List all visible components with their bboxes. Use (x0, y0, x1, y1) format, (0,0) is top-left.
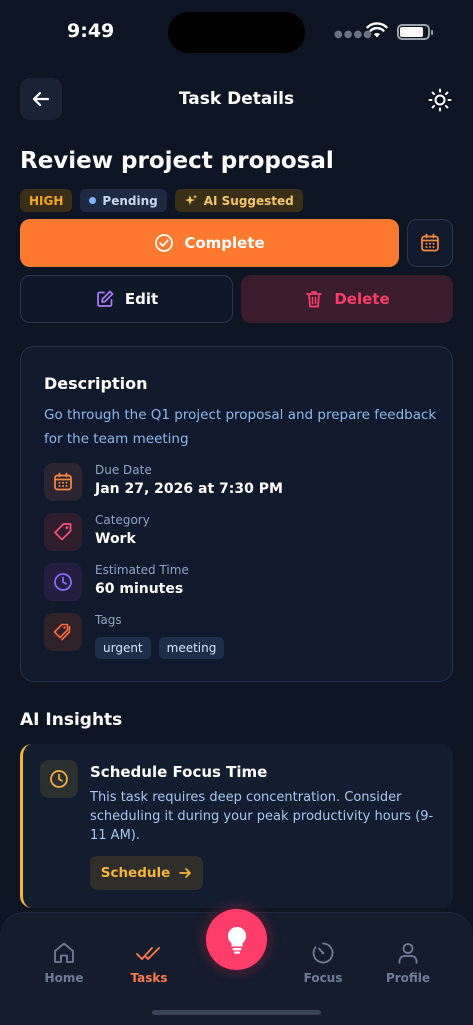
detail-value: Work (95, 531, 136, 547)
lightbulb-icon (227, 926, 246, 954)
status-dot-icon (89, 197, 97, 204)
delete-button-label: Delete (334, 290, 390, 308)
schedule-button[interactable]: Schedule (90, 856, 203, 890)
calendar-icon (44, 463, 82, 501)
profile-icon (368, 939, 448, 967)
calendar-button[interactable] (407, 219, 453, 267)
battery-icon (397, 24, 433, 40)
nav-item-profile[interactable]: Profile (368, 939, 448, 985)
detail-label: Tags (95, 613, 122, 627)
trash-icon (306, 291, 323, 308)
check-circle-icon (155, 234, 174, 252)
nav-label: Focus (303, 971, 343, 985)
description-text: Go through the Q1 project proposal and p… (44, 407, 437, 447)
sun-icon (428, 88, 452, 112)
detail-value: Jan 27, 2026 at 7:30 PM (95, 481, 283, 497)
focus-icon (283, 939, 363, 967)
home-icon (24, 939, 104, 967)
task-badges: HIGH Pending AI Suggested (20, 189, 303, 212)
priority-badge: HIGH (20, 189, 73, 212)
insight-title: Schedule Focus Time (90, 763, 268, 781)
schedule-button-label: Schedule (100, 865, 171, 881)
complete-button-label: Complete (184, 234, 265, 252)
sparkles-icon (184, 194, 198, 205)
nav-label: Tasks (130, 971, 168, 985)
clock-icon (44, 563, 82, 601)
tag-icon (44, 513, 82, 551)
description-card: Description Go through the Q1 project pr… (20, 346, 453, 682)
page-title: Task Details (178, 89, 295, 109)
detail-label: Estimated Time (95, 563, 189, 577)
status-time: 9:49 (67, 20, 115, 42)
nav-item-tasks[interactable]: Tasks (109, 939, 189, 985)
wifi-icon (366, 22, 388, 38)
delete-button[interactable]: Delete (241, 275, 453, 323)
insight-text: This task requires deep concentration. C… (90, 790, 434, 843)
detail-due-date: Due Date Jan 27, 2026 at 7:30 PM (44, 463, 434, 503)
status-badge-label: Pending (102, 193, 158, 208)
edit-button[interactable]: Edit (20, 275, 233, 323)
edit-button-label: Edit (124, 290, 159, 308)
clock-icon (40, 760, 78, 798)
tag-chip[interactable]: meeting (158, 637, 225, 659)
insight-card: Schedule Focus Time This task requires d… (20, 744, 453, 908)
theme-toggle-button[interactable] (424, 84, 456, 116)
ai-assistant-fab[interactable] (206, 909, 267, 970)
tag-list: urgent meeting (95, 637, 225, 659)
detail-category: Category Work (44, 513, 434, 553)
dynamic-island (168, 12, 305, 53)
ai-suggested-label: AI Suggested (203, 193, 294, 208)
task-title: Review project proposal (20, 148, 334, 174)
insights-heading: AI Insights (20, 710, 123, 730)
ai-suggested-badge: AI Suggested (174, 189, 303, 212)
tag-chip[interactable]: urgent (95, 637, 151, 659)
detail-estimated-time: Estimated Time 60 minutes (44, 563, 434, 603)
tasks-icon (109, 939, 189, 967)
home-indicator (152, 1010, 321, 1015)
detail-label: Due Date (95, 463, 152, 477)
status-bar: 9:49 ●●●● (0, 0, 473, 60)
detail-label: Category (95, 513, 150, 527)
arrow-right-icon (179, 868, 192, 878)
nav-label: Profile (385, 971, 431, 985)
nav-label: Home (44, 971, 84, 985)
detail-value: 60 minutes (95, 581, 184, 597)
nav-item-home[interactable]: Home (24, 939, 104, 985)
tags-icon (44, 613, 82, 651)
nav-item-focus[interactable]: Focus (283, 939, 363, 985)
calendar-icon (421, 233, 439, 252)
detail-tags: Tags urgent meeting (44, 613, 434, 663)
status-badge: Pending (80, 189, 167, 212)
edit-icon (96, 290, 114, 307)
description-heading: Description (44, 374, 148, 393)
complete-button[interactable]: Complete (20, 219, 399, 267)
